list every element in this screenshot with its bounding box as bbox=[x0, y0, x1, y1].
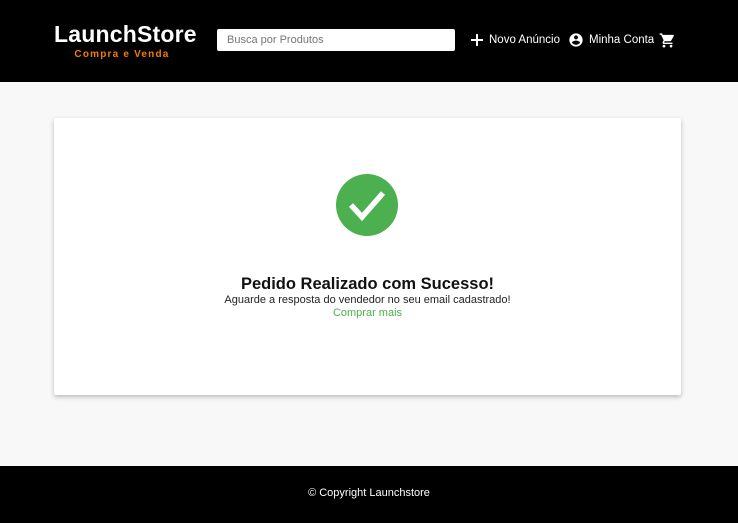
check-circle-icon bbox=[336, 174, 398, 236]
site-footer: © Copyright Launchstore bbox=[0, 466, 738, 523]
logo-title: LaunchStore bbox=[54, 21, 197, 47]
search-input[interactable] bbox=[217, 29, 455, 51]
success-card: Pedido Realizado com Sucesso! Aguarde a … bbox=[54, 118, 681, 395]
shopping-cart-icon bbox=[659, 32, 676, 49]
success-title: Pedido Realizado com Sucesso! bbox=[240, 275, 495, 293]
copyright-text: © Copyright Launchstore bbox=[308, 487, 430, 499]
account-circle-icon bbox=[568, 32, 584, 48]
site-header: LaunchStore Compra e Venda Novo Anúncio … bbox=[0, 0, 738, 82]
account-link[interactable]: Minha Conta bbox=[568, 31, 654, 49]
plus-icon bbox=[470, 33, 484, 47]
new-ad-link[interactable]: Novo Anúncio bbox=[470, 31, 560, 49]
success-message: Aguarde a resposta do vendedor no seu em… bbox=[224, 294, 511, 306]
cart-button[interactable] bbox=[659, 31, 676, 49]
logo[interactable]: LaunchStore Compra e Venda bbox=[54, 21, 197, 61]
buy-more-link[interactable]: Comprar mais bbox=[54, 307, 681, 319]
account-label: Minha Conta bbox=[589, 34, 655, 46]
new-ad-label: Novo Anúncio bbox=[489, 34, 560, 46]
logo-subtitle: Compra e Venda bbox=[74, 49, 170, 60]
